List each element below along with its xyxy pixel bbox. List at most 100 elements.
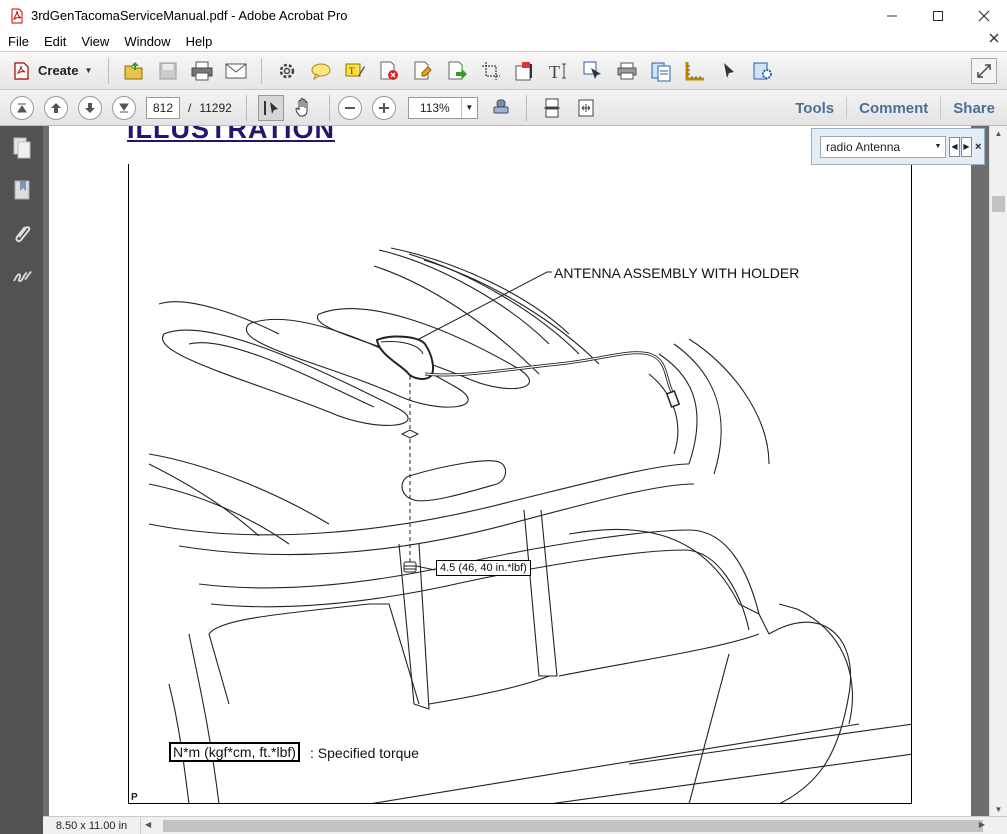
gear-icon [280,63,295,78]
comment-button[interactable] [310,60,332,82]
first-page-button[interactable] [10,95,34,120]
zoom-out-button[interactable] [337,95,362,120]
last-page-button[interactable] [112,95,136,120]
scroll-left-arrow[interactable]: ◀ [145,820,151,829]
menu-window[interactable]: Window [116,34,177,49]
create-button[interactable]: Create ▼ [12,57,100,85]
svg-text:T: T [549,62,560,82]
horizontal-scroll-thumb[interactable] [163,819,983,832]
tab-share[interactable]: Share [941,100,1007,117]
total-pages: 11292 [199,100,232,115]
email-button[interactable] [225,60,247,82]
find-input[interactable]: radio Antenna ▼ [820,135,946,158]
crop-button[interactable] [480,60,502,82]
torque-value-label: 4.5 (46, 40 in.*lbf) [436,560,531,576]
last-page-icon [119,103,129,112]
edit-object-icon [515,61,533,80]
tab-comment[interactable]: Comment [847,100,940,117]
vertical-scroll-thumb[interactable] [992,196,1005,212]
horizontal-scrollbar[interactable]: ◀ ▶ [141,817,1007,834]
create-label: Create [38,63,79,78]
page-number-input[interactable]: 812 [146,96,180,119]
next-page-button[interactable] [78,95,102,120]
previous-page-button[interactable] [44,95,68,120]
zoom-in-button[interactable] [371,95,396,120]
window-title: 3rdGenTacomaServiceManual.pdf - Adobe Ac… [31,8,348,23]
full-screen-button[interactable] [971,58,997,84]
crop-icon [482,61,501,80]
fit-page-button[interactable] [575,97,597,119]
toolbar-divider [108,57,110,84]
minimize-icon [887,15,897,16]
toolbar-divider [245,94,247,121]
navigation-toolbar: 812 / 11292 113% ▼ Tools Comment Share [0,90,1007,126]
open-button[interactable] [123,60,145,82]
arrow-down-icon [85,102,95,113]
print-button[interactable] [191,60,213,82]
scrolling-mode-button[interactable] [541,97,563,119]
close-document-icon[interactable] [989,33,999,43]
menu-edit[interactable]: Edit [36,34,73,49]
close-icon [978,10,990,21]
signatures-button[interactable] [0,255,43,298]
ruler-icon [685,61,705,80]
pages-icon [13,137,30,158]
toolbar-divider [328,94,330,121]
pdf-page: ILLUSTRATION ANTENNA ASSEMBLY WITH HOLDE… [49,126,971,816]
settings-button[interactable] [276,60,298,82]
select-tool-button[interactable] [718,60,740,82]
compare-button[interactable] [650,60,672,82]
menu-help[interactable]: Help [178,34,220,49]
reject-button[interactable] [378,60,400,82]
export-button[interactable] [446,60,468,82]
hand-tool[interactable] [293,97,315,119]
bookmarks-button[interactable] [0,169,43,212]
toolbar-divider [261,57,263,84]
highlight-button[interactable]: T [344,60,366,82]
zoom-select[interactable]: 113% ▼ [407,96,478,119]
chevron-down-icon[interactable]: ▼ [460,97,477,118]
menu-view[interactable]: View [73,34,116,49]
save-button[interactable] [157,60,179,82]
edit-text-button[interactable]: T [548,60,570,82]
antenna-illustration [148,247,911,803]
illustration-figure: ANTENNA ASSEMBLY WITH HOLDER 4.5 (46, 40… [128,164,912,804]
hand-icon [295,97,308,116]
chevron-down-icon: ▼ [84,66,93,75]
select-text-tool[interactable] [257,94,284,121]
text-tool-icon: T [549,62,567,82]
maximize-button[interactable] [915,0,961,31]
document-compare-icon [651,62,671,81]
action-wizard-button[interactable] [752,60,774,82]
printer-icon [191,61,213,80]
navigation-pane [0,126,43,834]
minimize-button[interactable] [869,0,915,31]
sign-button[interactable] [412,60,434,82]
edit-object-button[interactable] [514,60,536,82]
find-next-button[interactable]: ▶ [961,136,972,157]
tab-tools[interactable]: Tools [783,100,846,117]
title-bar: 3rdGenTacomaServiceManual.pdf - Adobe Ac… [0,0,1007,31]
scroll-down-arrow[interactable]: ▼ [990,802,1007,816]
vertical-scrollbar[interactable]: ▲ ▼ [989,126,1007,816]
close-button[interactable] [961,0,1007,31]
page-thumbnails-button[interactable] [0,126,43,169]
attachments-button[interactable] [0,212,43,255]
menu-file[interactable]: File [0,34,36,49]
close-find-button[interactable]: × [975,141,981,153]
print-production-button[interactable] [616,60,638,82]
measure-button[interactable] [684,60,706,82]
status-bar: 8.50 x 11.00 in ◀ ▶ [43,816,1007,834]
read-mode-button[interactable] [490,97,512,119]
chevron-down-icon[interactable]: ▼ [932,138,944,156]
document-viewer[interactable]: ILLUSTRATION ANTENNA ASSEMBLY WITH HOLDE… [43,126,989,816]
document-sign-icon [414,61,433,79]
paperclip-icon [15,225,30,242]
scroll-up-arrow[interactable]: ▲ [990,126,1007,140]
create-icon [14,61,29,80]
pdf-file-icon [11,8,23,23]
scroll-right-arrow[interactable]: ▶ [979,820,985,829]
select-object-button[interactable] [582,60,604,82]
first-page-icon [17,103,27,112]
find-previous-button[interactable]: ◀ [949,136,960,157]
